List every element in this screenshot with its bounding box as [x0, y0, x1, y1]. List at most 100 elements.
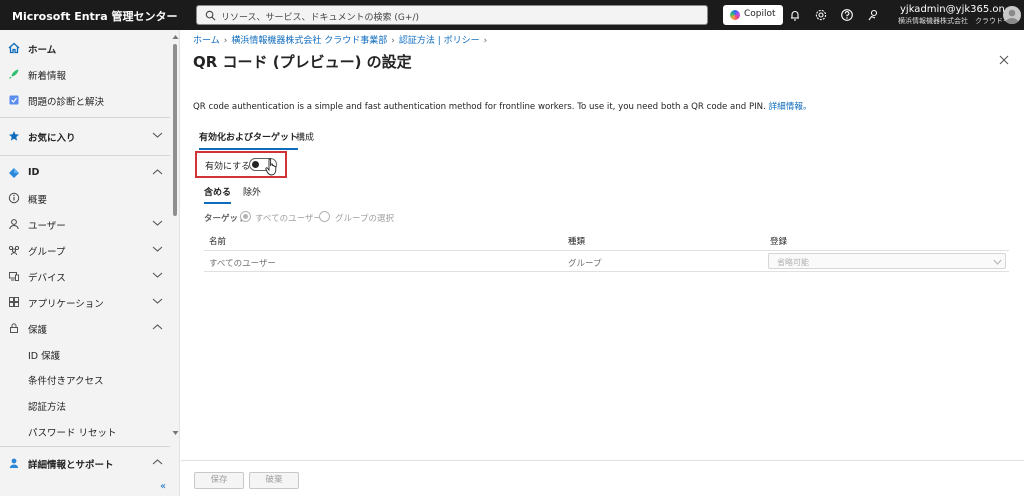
identity-icon: [9, 168, 19, 178]
subtab-exclude[interactable]: 除外: [243, 185, 261, 202]
chevron-up-icon: [152, 324, 163, 330]
bell-icon[interactable]: [788, 8, 802, 22]
discard-button[interactable]: 破棄: [249, 472, 299, 489]
group-icon: [8, 245, 20, 256]
copilot-icon: [730, 10, 740, 20]
diagnose-icon: [9, 95, 19, 105]
radio-select-groups-label: グループの選択: [335, 214, 394, 224]
radio-all-users[interactable]: [240, 211, 251, 222]
radio-select-groups[interactable]: [319, 211, 330, 222]
description-text: QR code authentication is a simple and f…: [193, 102, 766, 112]
sidebar-item-label: グループ: [28, 247, 66, 258]
radio-all-users-label: すべてのユーザー: [255, 214, 322, 224]
sidebar-item-conditional-access[interactable]: 条件付きアクセス: [0, 367, 170, 391]
subtab-include[interactable]: 含める: [204, 185, 232, 204]
divider: [0, 155, 170, 156]
more-options-button[interactable]: ···: [397, 52, 411, 66]
breadcrumb-separator: ›: [391, 36, 395, 46]
chevron-down-icon: [152, 220, 163, 226]
user-icon: [9, 219, 19, 230]
help-icon[interactable]: [840, 8, 854, 22]
column-header-type: 種類: [568, 237, 586, 247]
breadcrumb: ホーム › 横浜情報機器株式会社 クラウド事業部 › 認証方法 | ポリシー ›: [193, 33, 491, 46]
sidebar-item-identity[interactable]: ID: [0, 161, 170, 185]
chevron-down-icon: [993, 259, 1002, 265]
close-icon[interactable]: [998, 54, 1010, 66]
table-cell-type: グループ: [568, 259, 602, 269]
sidebar-item-label: 問題の診断と解決: [28, 97, 105, 108]
chevron-down-icon: [152, 132, 163, 138]
collapse-sidebar-button[interactable]: «: [160, 481, 166, 492]
sidebar-item-groups[interactable]: グループ: [0, 238, 170, 262]
scroll-down-arrow-icon[interactable]: [172, 430, 179, 436]
sidebar-item-favorites[interactable]: お気に入り: [0, 124, 170, 148]
feedback-icon[interactable]: [866, 8, 880, 22]
registration-dropdown[interactable]: 省略可能: [768, 253, 1006, 269]
chevron-down-icon: [152, 246, 163, 252]
sidebar-item-label: デバイス: [28, 273, 66, 284]
sidebar-scrollbar[interactable]: [172, 30, 179, 438]
column-header-name: 名前: [209, 237, 227, 247]
sidebar-item-label: 認証方法: [28, 402, 67, 413]
table-row-divider: [204, 271, 1009, 272]
sidebar-item-home[interactable]: ホーム: [0, 36, 170, 60]
toggle-knob: [252, 161, 259, 168]
lock-icon: [10, 323, 18, 333]
star-icon: [9, 131, 19, 141]
main-content: ホーム › 横浜情報機器株式会社 クラウド事業部 › 認証方法 | ポリシー › QR コ…: [181, 30, 1024, 496]
account-name[interactable]: yjkadmin@yjk365.on···: [900, 4, 1014, 15]
support-icon: [9, 458, 19, 468]
save-button[interactable]: 保存: [194, 472, 244, 489]
tab-enable-and-target[interactable]: 有効化およびターゲット: [199, 130, 299, 150]
sidebar-item-learn-support[interactable]: 詳細情報とサポート: [0, 451, 170, 475]
avatar[interactable]: [1003, 6, 1021, 24]
sidebar-item-id-protection[interactable]: ID 保護: [0, 342, 170, 366]
sidebar-item-protection[interactable]: 保護: [0, 316, 170, 340]
sidebar-item-label: パスワード リセット: [28, 428, 117, 439]
description: QR code authentication is a simple and f…: [193, 100, 812, 112]
sidebar-item-label: ユーザー: [28, 221, 66, 232]
apps-icon: [9, 297, 19, 307]
tab-configure[interactable]: 構成: [296, 130, 314, 148]
search-input[interactable]: リソース、サービス、ドキュメントの検索 (G+/): [196, 5, 708, 25]
registration-dropdown-value: 省略可能: [777, 258, 809, 267]
sidebar-item-applications[interactable]: アプリケーション: [0, 290, 170, 314]
breadcrumb-auth-methods[interactable]: 認証方法 | ポリシー: [399, 36, 480, 46]
sidebar-item-label: 詳細情報とサポート: [28, 460, 114, 471]
divider: [0, 117, 170, 118]
sidebar: ホーム 新着情報 問題の診断と解決 お気に入り ID 概要 ユーザー グループ …: [0, 30, 180, 496]
copilot-button[interactable]: Copilot: [723, 5, 783, 25]
page-title: QR コード (プレビュー) の設定: [193, 53, 412, 71]
chevron-down-icon: [152, 272, 163, 278]
sidebar-item-whats-new[interactable]: 新着情報: [0, 62, 170, 86]
sidebar-item-overview[interactable]: 概要: [0, 186, 170, 210]
sidebar-item-label: ID 保護: [28, 351, 61, 362]
sidebar-item-label: 新着情報: [28, 71, 67, 82]
info-icon: [8, 192, 20, 204]
sidebar-item-label: ホーム: [28, 45, 57, 56]
sidebar-item-password-reset[interactable]: パスワード リセット: [0, 419, 170, 443]
scrollbar-thumb[interactable]: [173, 44, 177, 216]
chevron-up-icon: [152, 459, 163, 465]
table-cell-name: すべてのユーザー: [209, 259, 276, 269]
sidebar-item-diagnose[interactable]: 問題の診断と解決: [0, 88, 170, 112]
scroll-up-arrow-icon[interactable]: [172, 34, 179, 40]
sidebar-item-label: お気に入り: [28, 133, 76, 144]
footer-divider: [181, 460, 1024, 461]
home-icon: [8, 42, 20, 54]
sidebar-item-label: 保護: [28, 325, 48, 336]
sidebar-item-authentication-methods[interactable]: 認証方法: [0, 393, 170, 417]
sidebar-item-devices[interactable]: デバイス: [0, 264, 170, 288]
gear-icon[interactable]: [814, 8, 828, 22]
sidebar-item-users[interactable]: ユーザー: [0, 212, 170, 236]
breadcrumb-home[interactable]: ホーム: [193, 36, 220, 46]
sidebar-item-label: アプリケーション: [28, 299, 104, 310]
rocket-icon: [9, 69, 19, 79]
table-header-divider: [204, 250, 1009, 251]
learn-more-link[interactable]: 詳細情報。: [769, 102, 812, 112]
sidebar-item-label: 条件付きアクセス: [28, 376, 104, 387]
app-title[interactable]: Microsoft Entra 管理センター: [12, 8, 177, 24]
copilot-label: Copilot: [744, 9, 776, 19]
breadcrumb-separator: ›: [483, 36, 488, 46]
breadcrumb-tenant[interactable]: 横浜情報機器株式会社 クラウド事業部: [231, 36, 387, 46]
